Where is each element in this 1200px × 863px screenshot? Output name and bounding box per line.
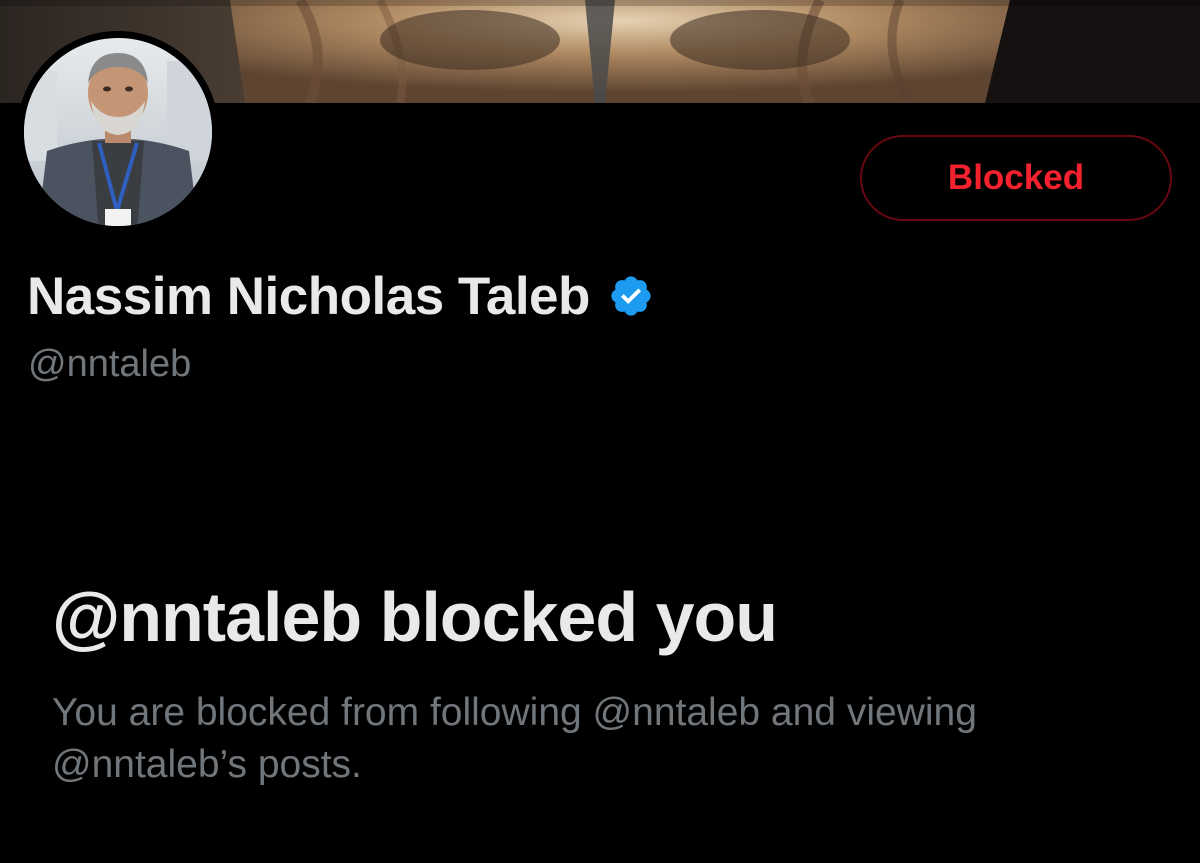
block-notice-description: You are blocked from following @nntaleb … (52, 691, 977, 786)
display-name: Nassim Nicholas Taleb (27, 266, 590, 326)
avatar[interactable] (17, 31, 219, 233)
profile-photo (17, 31, 219, 233)
blocked-button[interactable]: Blocked (860, 135, 1172, 221)
profile-handle: @nntaleb (28, 343, 192, 385)
verified-badge-icon[interactable] (608, 273, 654, 319)
profile-name-row: Nassim Nicholas Taleb (27, 264, 654, 328)
block-notice-title: @nntaleb blocked you (52, 578, 778, 656)
profile-page: Blocked Nassim Nicholas Taleb @nntaleb @… (0, 0, 1200, 863)
